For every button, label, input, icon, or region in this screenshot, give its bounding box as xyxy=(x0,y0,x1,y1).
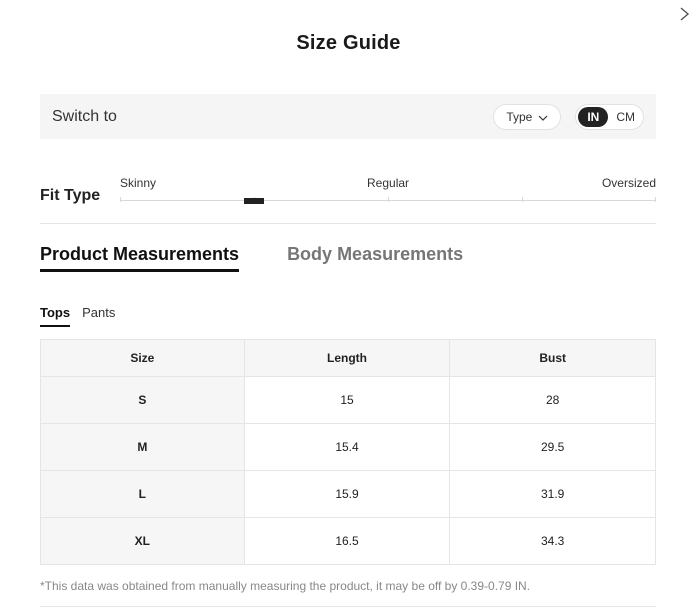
fit-tick xyxy=(655,197,656,202)
table-row: L 15.9 31.9 xyxy=(40,470,656,518)
type-dropdown-label: Type xyxy=(506,109,533,124)
size-cell: XL xyxy=(40,517,245,565)
fit-tick xyxy=(120,197,121,202)
table-row: XL 16.5 34.3 xyxy=(40,517,656,565)
fit-scale-skinny: Skinny xyxy=(120,176,157,190)
bust-cell: 28 xyxy=(449,376,656,424)
page-title: Size Guide xyxy=(296,32,401,54)
divider xyxy=(40,606,656,607)
unit-toggle: IN CM xyxy=(575,103,644,130)
switch-label: Switch to xyxy=(52,107,117,125)
tab-body-measurements[interactable]: Body Measurements xyxy=(287,244,463,272)
column-header-length: Length xyxy=(243,339,451,377)
tab-pants[interactable]: Pants xyxy=(82,305,115,327)
unit-option-in[interactable]: IN xyxy=(578,106,609,127)
close-icon[interactable] xyxy=(675,4,695,24)
fit-type-section: Fit Type Skinny Regular Oversized xyxy=(40,176,656,224)
column-header-size: Size xyxy=(40,339,245,377)
table-row: M 15.4 29.5 xyxy=(40,423,656,471)
type-dropdown[interactable]: Type xyxy=(493,103,562,130)
bust-cell: 29.5 xyxy=(449,423,656,471)
fit-tick xyxy=(522,197,523,202)
switch-bar: Switch to Type IN CM xyxy=(40,94,656,139)
measurement-footnote: *This data was obtained from manually me… xyxy=(40,579,531,593)
tab-product-measurements[interactable]: Product Measurements xyxy=(40,244,240,272)
fit-scale-oversized: Oversized xyxy=(601,176,656,190)
fit-scale: Skinny Regular Oversized xyxy=(120,176,656,206)
chevron-down-icon xyxy=(538,110,548,124)
fit-marker xyxy=(244,198,264,204)
size-cell: L xyxy=(40,470,245,518)
garment-tabs: Tops Pants xyxy=(40,305,115,327)
length-cell: 15.9 xyxy=(243,470,451,518)
tab-tops[interactable]: Tops xyxy=(40,305,71,327)
fit-scale-regular: Regular xyxy=(367,176,410,190)
size-cell: S xyxy=(40,376,245,424)
measurement-tabs: Product Measurements Body Measurements xyxy=(40,244,463,272)
size-guide-dialog: Size Guide Switch to Type IN CM Fit Type… xyxy=(0,0,697,608)
length-cell: 16.5 xyxy=(243,517,451,565)
column-header-bust: Bust xyxy=(449,339,656,377)
bust-cell: 34.3 xyxy=(449,517,656,565)
size-table: Size Length Bust S 15 28 M 15.4 29.5 L 1… xyxy=(40,339,656,565)
table-header-row: Size Length Bust xyxy=(40,339,656,377)
length-cell: 15.4 xyxy=(243,423,451,471)
size-cell: M xyxy=(40,423,245,471)
bust-cell: 31.9 xyxy=(449,470,656,518)
fit-tick xyxy=(388,197,389,202)
table-row: S 15 28 xyxy=(40,376,656,424)
unit-option-cm[interactable]: CM xyxy=(610,107,641,127)
fit-type-label: Fit Type xyxy=(40,187,101,204)
length-cell: 15 xyxy=(243,376,451,424)
